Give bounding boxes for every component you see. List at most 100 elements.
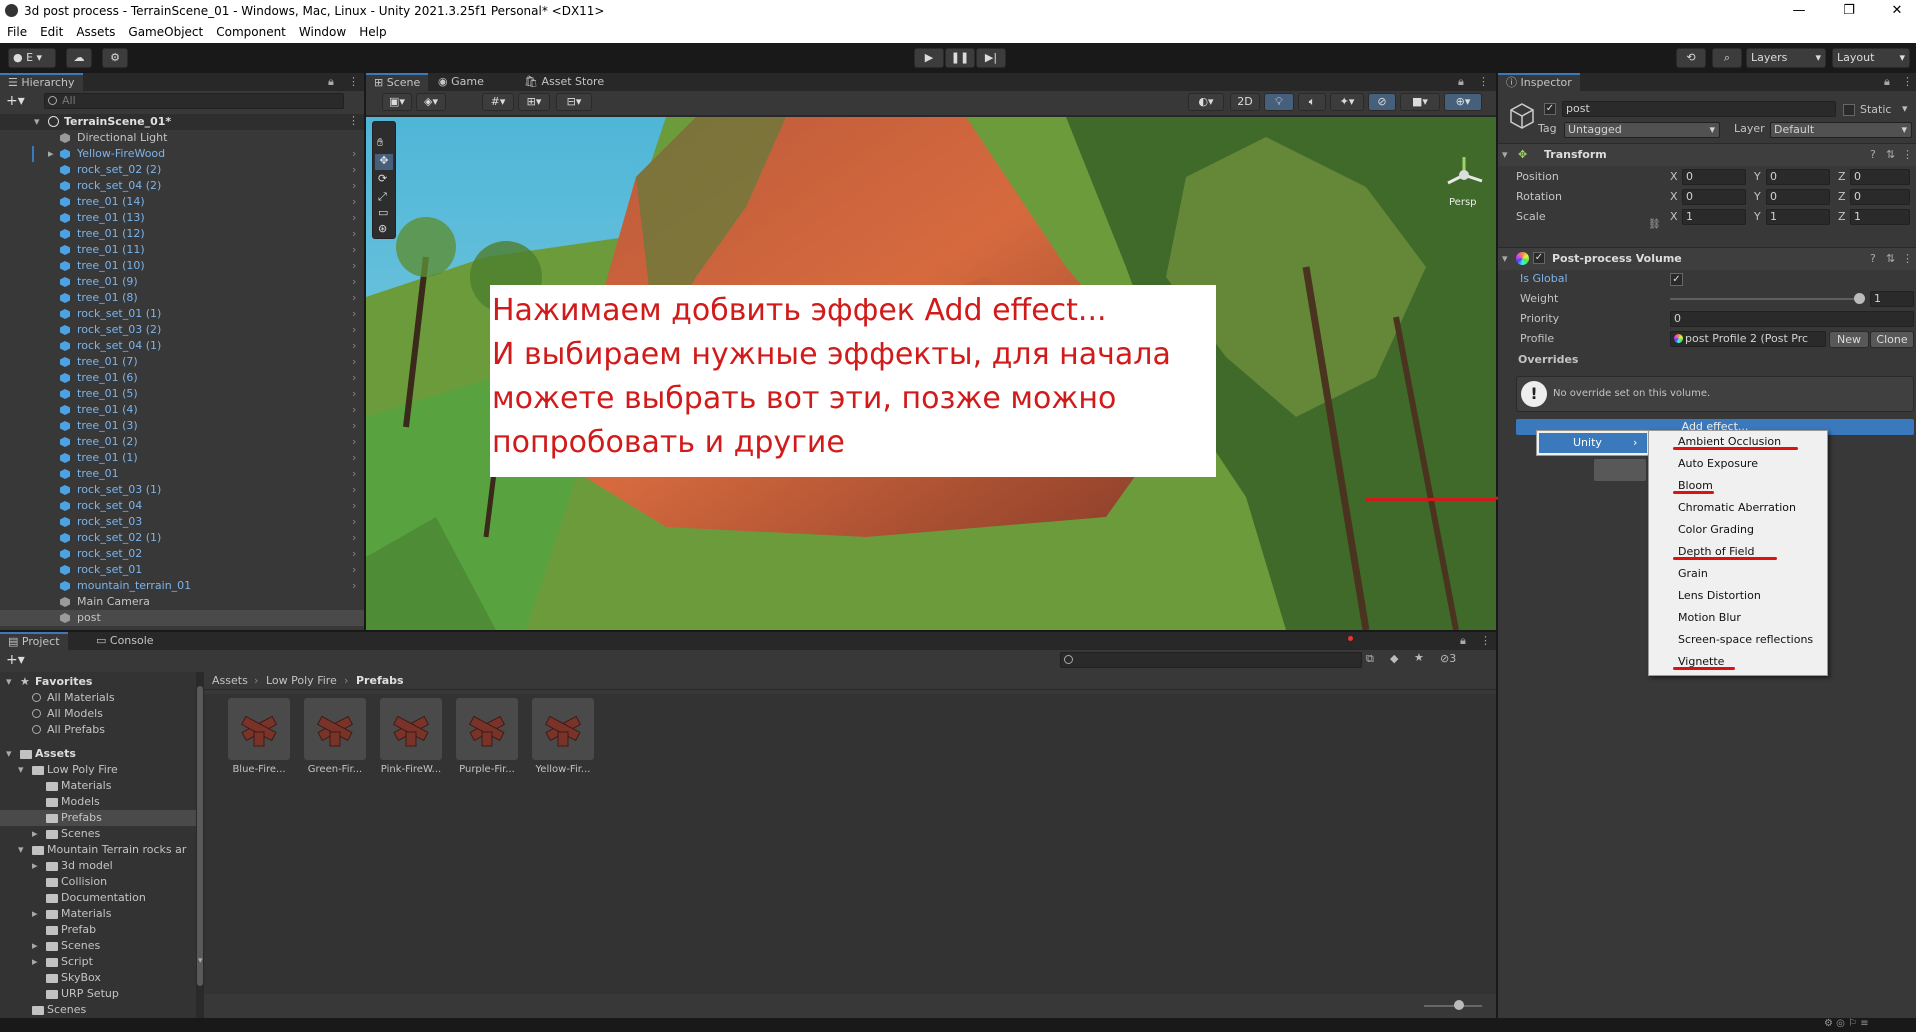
chevron-right-icon[interactable]: › xyxy=(352,418,356,434)
breadcrumb-low-poly-fire[interactable]: Low Poly Fire xyxy=(266,674,337,687)
hierarchy-item[interactable]: rock_set_01 (1) › xyxy=(0,306,364,322)
menu-component[interactable]: Component xyxy=(209,22,292,39)
weight-slider-thumb[interactable] xyxy=(1854,293,1865,304)
transform-scale-z-field[interactable]: 1 xyxy=(1850,209,1910,225)
2d-toggle-button[interactable]: 2D xyxy=(1230,93,1260,111)
assets-header[interactable]: ▾ Assets xyxy=(0,746,196,762)
hidden-objects-icon[interactable]: ⊘ xyxy=(1368,93,1396,111)
static-checkbox[interactable] xyxy=(1843,104,1855,116)
prefab-item[interactable]: Yellow-Fir... xyxy=(528,698,598,784)
add-icon[interactable]: +▾ xyxy=(6,652,25,668)
hierarchy-search-input[interactable]: All xyxy=(44,93,344,109)
chevron-right-icon[interactable]: › xyxy=(352,178,356,194)
effect-menu-item[interactable]: Auto Exposure xyxy=(1649,455,1827,473)
folder-item[interactable]: SkyBox xyxy=(0,970,196,986)
transform-tool-icon[interactable]: ⊛ xyxy=(378,222,387,235)
hierarchy-item[interactable]: tree_01 (2) › xyxy=(0,434,364,450)
draw-mode-icon[interactable]: ▣▾ xyxy=(382,93,412,111)
hidden-packages-icon[interactable]: ⊘3 xyxy=(1440,652,1456,665)
breadcrumb-assets[interactable]: Assets xyxy=(212,674,248,687)
expand-arrow-icon[interactable]: ▾ xyxy=(34,115,40,128)
transform-header[interactable]: ▾ ✥ Transform ? ⇅ ⋮ xyxy=(1498,144,1916,166)
chevron-right-icon[interactable]: › xyxy=(352,546,356,562)
hierarchy-item[interactable]: rock_set_02 (2) › xyxy=(0,162,364,178)
transform-position-z-field[interactable]: 0 xyxy=(1850,169,1910,185)
hierarchy-item[interactable]: rock_set_02 › xyxy=(0,546,364,562)
play-button[interactable]: ▶ xyxy=(914,48,944,68)
chevron-right-icon[interactable]: › xyxy=(352,466,356,482)
hierarchy-item[interactable]: tree_01 › xyxy=(0,466,364,482)
collapse-arrow-icon[interactable]: ▾ xyxy=(6,674,12,690)
hierarchy-item[interactable]: tree_01 (3) › xyxy=(0,418,364,434)
collapse-arrow-icon[interactable]: ▾ xyxy=(18,762,24,778)
scene-row[interactable]: ▾ TerrainScene_01* ⋮ xyxy=(0,114,364,130)
hierarchy-item[interactable]: tree_01 (9) › xyxy=(0,274,364,290)
account-button[interactable]: ● E ▾ xyxy=(8,48,56,68)
transform-scale-y-field[interactable]: 1 xyxy=(1766,209,1830,225)
snap-increment-icon[interactable]: ⊟▾ xyxy=(556,93,592,111)
folder-item[interactable]: Documentation xyxy=(0,890,196,906)
prefab-item[interactable]: Blue-Fire... xyxy=(224,698,294,784)
zoom-slider-thumb[interactable] xyxy=(1454,1000,1464,1010)
add-icon[interactable]: +▾ xyxy=(6,93,25,109)
chevron-right-icon[interactable]: › xyxy=(352,450,356,466)
expand-arrow-icon[interactable]: ▾ xyxy=(1502,148,1508,161)
layout-dropdown[interactable]: Layout ▾ xyxy=(1832,48,1910,68)
chevron-right-icon[interactable]: › xyxy=(352,242,356,258)
lighting-icon[interactable]: 💡︎ xyxy=(1264,93,1294,111)
gear-icon[interactable]: ⚙ xyxy=(102,48,128,68)
transform-position-y-field[interactable]: 0 xyxy=(1766,169,1830,185)
folder-item[interactable]: ▾ Low Poly Fire xyxy=(0,762,196,778)
step-button[interactable]: ▶| xyxy=(976,48,1006,68)
chevron-right-icon[interactable]: › xyxy=(352,578,356,594)
chevron-right-icon[interactable]: › xyxy=(352,498,356,514)
tab-inspector[interactable]: ⓘ Inspector xyxy=(1498,73,1580,91)
menu-edit[interactable]: Edit xyxy=(33,22,69,39)
menu-assets[interactable]: Assets xyxy=(69,22,121,39)
hierarchy-item[interactable]: rock_set_04 (1) › xyxy=(0,338,364,354)
chevron-right-icon[interactable]: › xyxy=(352,434,356,450)
chevron-right-icon[interactable]: › xyxy=(352,306,356,322)
transform-rotation-y-field[interactable]: 0 xyxy=(1766,189,1830,205)
menu-item-unity[interactable]: Unity › xyxy=(1539,433,1647,453)
folder-item[interactable]: ▸ Script xyxy=(0,954,196,970)
hierarchy-item[interactable]: tree_01 (4) › xyxy=(0,402,364,418)
hierarchy-item[interactable]: tree_01 (13) › xyxy=(0,210,364,226)
chevron-right-icon[interactable]: › xyxy=(352,402,356,418)
pause-button[interactable]: ❚❚ xyxy=(945,48,975,68)
prefab-item[interactable]: Pink-FireW... xyxy=(376,698,446,784)
expand-arrow-icon[interactable]: ▸ xyxy=(32,938,38,954)
chevron-right-icon[interactable]: › xyxy=(352,354,356,370)
hierarchy-item[interactable]: tree_01 (10) › xyxy=(0,258,364,274)
tag-dropdown[interactable]: Untagged ▾ xyxy=(1564,122,1720,138)
effect-menu-item[interactable]: Color Grading xyxy=(1649,521,1827,539)
hierarchy-item[interactable]: tree_01 (5) › xyxy=(0,386,364,402)
folder-item[interactable]: ▸ 3d model xyxy=(0,858,196,874)
help-icon[interactable]: ? xyxy=(1870,252,1876,265)
priority-field[interactable]: 0 xyxy=(1670,311,1914,327)
chevron-right-icon[interactable]: › xyxy=(352,482,356,498)
persp-label[interactable]: Persp xyxy=(1449,197,1477,208)
folder-item[interactable]: Prefab xyxy=(0,922,196,938)
collapse-arrow-icon[interactable]: ▾ xyxy=(6,746,12,762)
ppv-enabled-checkbox[interactable]: ✓ xyxy=(1533,252,1545,264)
more-icon[interactable]: ⋮ xyxy=(348,75,359,88)
gizmos-icon[interactable]: ⊕▾ xyxy=(1444,93,1482,111)
menu-help[interactable]: Help xyxy=(352,22,392,39)
chevron-down-icon[interactable]: ▾ xyxy=(1902,102,1908,115)
hierarchy-item[interactable]: rock_set_03 › xyxy=(0,514,364,530)
chevron-right-icon[interactable]: › xyxy=(352,194,356,210)
chevron-right-icon[interactable]: › xyxy=(352,514,356,530)
menu-gameobject[interactable]: GameObject xyxy=(121,22,209,39)
grid-snap-icon[interactable]: #▾ xyxy=(482,93,514,111)
expand-arrow-icon[interactable]: ▸ xyxy=(32,906,38,922)
favorite-item[interactable]: All Materials xyxy=(0,690,196,706)
chevron-right-icon[interactable]: › xyxy=(352,258,356,274)
chevron-right-icon[interactable]: › xyxy=(352,290,356,306)
tree-scrollbar[interactable] xyxy=(196,672,204,1018)
chevron-right-icon[interactable]: › xyxy=(352,274,356,290)
layer-dropdown[interactable]: Default ▾ xyxy=(1770,122,1912,138)
folder-item[interactable]: URP Setup xyxy=(0,986,196,1002)
new-profile-button[interactable]: New xyxy=(1829,331,1869,348)
active-checkbox[interactable]: ✓ xyxy=(1544,103,1556,115)
